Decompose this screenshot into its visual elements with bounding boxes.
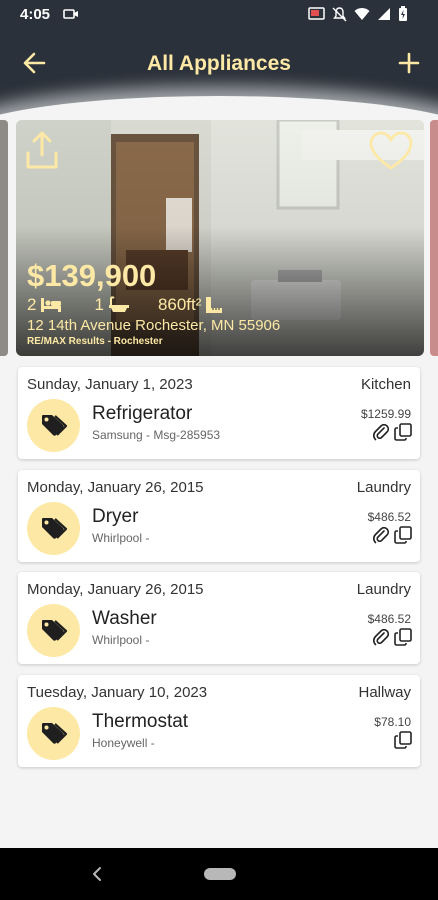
appliance-name: Refrigerator [92, 403, 193, 424]
bath-icon [108, 296, 129, 312]
property-address: 12 14th Avenue Rochester, MN 55906 [27, 317, 281, 334]
appliance-date: Sunday, January 1, 2023 [27, 376, 193, 393]
app-bar: All Appliances [0, 30, 438, 120]
property-carousel[interactable]: $139,900 2 1 860ft² 12 14th Avenue Roche… [0, 120, 438, 360]
property-price: $139,900 [27, 258, 157, 293]
appliance-room: Laundry [356, 581, 411, 598]
paperclip-icon[interactable] [372, 423, 390, 446]
app-bar-curve [0, 96, 438, 120]
paperclip-icon[interactable] [372, 526, 390, 549]
appliance-card[interactable]: Tuesday, January 10, 2023 Hallway Thermo… [18, 675, 420, 767]
bed-icon [41, 298, 62, 312]
appliance-price: $486.52 [367, 612, 411, 626]
previous-property-card[interactable] [0, 120, 8, 356]
appliance-card[interactable]: Monday, January 26, 2015 Laundry Washer … [18, 572, 420, 664]
appliance-date: Monday, January 26, 2015 [27, 581, 204, 598]
mute-icon [332, 6, 347, 27]
appliance-name: Dryer [92, 506, 139, 527]
wifi-icon [354, 7, 370, 26]
share-icon[interactable] [24, 129, 60, 171]
paperclip-icon[interactable] [372, 628, 390, 651]
appliance-brand-model: Whirlpool - [92, 531, 150, 545]
nav-home-pill[interactable] [204, 868, 236, 880]
appliance-price: $78.10 [374, 715, 411, 729]
nav-back-icon[interactable] [91, 865, 103, 888]
status-time: 4:05 [20, 6, 51, 23]
appliance-price: $1259.99 [360, 407, 411, 421]
appliance-room: Laundry [356, 479, 411, 496]
appliance-date: Tuesday, January 10, 2023 [27, 684, 208, 701]
appliance-name: Washer [92, 608, 157, 629]
area-icon [206, 297, 223, 313]
appliance-room: Kitchen [360, 376, 411, 393]
appliance-name: Thermostat [92, 711, 189, 732]
property-card[interactable]: $139,900 2 1 860ft² 12 14th Avenue Roche… [16, 120, 424, 356]
appliance-card[interactable]: Sunday, January 1, 2023 Kitchen Refriger… [18, 367, 420, 459]
heart-icon[interactable] [368, 130, 414, 172]
battery-icon [398, 6, 408, 27]
area-value: 860ft² [157, 295, 202, 314]
copy-icon[interactable] [394, 423, 412, 446]
copy-icon[interactable] [394, 628, 412, 651]
appliance-actions [372, 526, 412, 549]
beds-count: 2 [27, 295, 37, 314]
tag-icon [27, 399, 80, 452]
cast-icon [308, 6, 325, 27]
page-title: All Appliances [147, 52, 291, 75]
appliance-actions [372, 423, 412, 446]
system-nav-bar [0, 848, 438, 900]
property-broker: RE/MAX Results - Rochester [27, 336, 163, 347]
appliance-brand-model: Samsung - Msg-285953 [92, 428, 221, 442]
tag-icon [27, 502, 80, 555]
baths-count: 1 [94, 295, 104, 314]
screen-record-icon [63, 6, 79, 27]
copy-icon[interactable] [394, 731, 412, 754]
add-icon [398, 52, 420, 74]
status-bar: 4:05 [0, 0, 438, 30]
appliance-actions [394, 731, 412, 754]
tag-icon [27, 707, 80, 760]
appliance-card[interactable]: Monday, January 26, 2015 Laundry Dryer W… [18, 470, 420, 562]
property-specs: 2 1 860ft² [27, 295, 223, 315]
appliance-brand-model: Honeywell - [92, 736, 155, 750]
area-spec: 860ft² [158, 295, 223, 315]
appliance-price: $486.52 [367, 510, 411, 524]
add-appliance-button[interactable] [396, 50, 422, 76]
beds-spec: 2 [27, 295, 62, 315]
signal-icon [377, 7, 391, 26]
tag-icon [27, 604, 80, 657]
appliance-date: Monday, January 26, 2015 [27, 479, 204, 496]
appliance-actions [372, 628, 412, 651]
next-property-card[interactable] [430, 120, 438, 356]
baths-spec: 1 [94, 295, 129, 315]
appliance-room: Hallway [358, 684, 411, 701]
copy-icon[interactable] [394, 526, 412, 549]
appliance-brand-model: Whirlpool - [92, 633, 150, 647]
